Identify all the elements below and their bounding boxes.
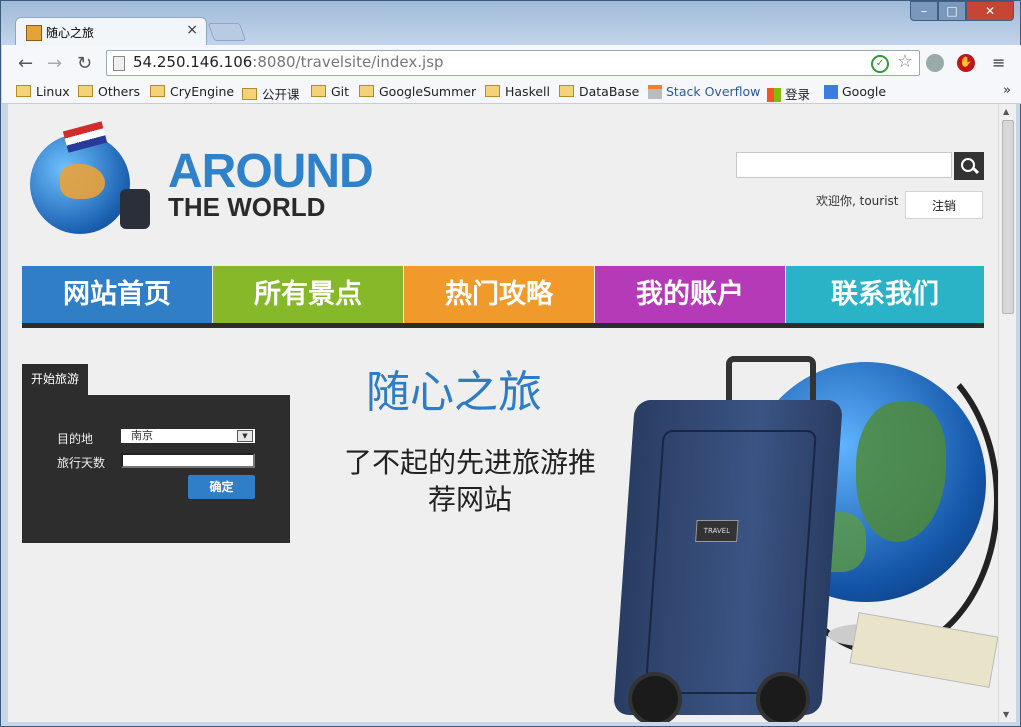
- tab-close-icon[interactable]: ×: [186, 22, 198, 38]
- bookmark-item[interactable]: 公开课: [242, 84, 300, 103]
- url-text: 54.250.146.106:8080/travelsite/index.jsp: [133, 53, 444, 71]
- folder-icon: [485, 85, 500, 97]
- page-scrollbar[interactable]: ▲ ▼: [998, 104, 1016, 722]
- logo-text-around[interactable]: AROUND: [168, 144, 374, 199]
- nav-guides[interactable]: 热门攻略: [404, 266, 594, 323]
- suitcase-tag: TRAVEL: [695, 520, 739, 542]
- continent-shape: [856, 402, 946, 542]
- folder-icon: [242, 88, 257, 100]
- browser-window: 随心之旅 × – □ ✕ ← → ↻ 54.250.146.106:8080/t…: [0, 0, 1021, 727]
- forward-arrow-icon[interactable]: →: [47, 53, 62, 74]
- nav-contact[interactable]: 联系我们: [786, 266, 984, 323]
- logout-button[interactable]: 注销: [905, 191, 983, 219]
- menu-icon[interactable]: ≡: [992, 53, 1005, 72]
- stackoverflow-icon: [648, 85, 662, 99]
- google-icon: [824, 85, 838, 99]
- scroll-up-icon[interactable]: ▲: [1003, 107, 1009, 116]
- hero-title: 随心之旅: [366, 367, 542, 418]
- bookmark-item[interactable]: Git: [311, 84, 349, 99]
- dropdown-arrow-icon[interactable]: ▼: [237, 430, 253, 442]
- bookmark-item[interactable]: Stack Overflow: [648, 84, 760, 99]
- address-bar[interactable]: 54.250.146.106:8080/travelsite/index.jsp…: [106, 50, 920, 76]
- destination-value: 南京: [131, 429, 153, 442]
- folder-icon: [16, 85, 31, 97]
- destination-label: 目的地: [57, 432, 94, 446]
- destination-select[interactable]: 南京 ▼: [121, 429, 255, 443]
- folder-icon: [559, 85, 574, 97]
- logo-text-world[interactable]: THE WORLD: [168, 192, 325, 223]
- scrollbar-thumb[interactable]: [1002, 120, 1014, 314]
- bookmark-item[interactable]: Haskell: [485, 84, 550, 99]
- search-button[interactable]: [954, 152, 984, 180]
- bookmark-item[interactable]: Linux: [16, 84, 70, 99]
- folder-icon: [78, 85, 93, 97]
- window-close-button[interactable]: ✕: [966, 1, 1014, 21]
- title-bar: 随心之旅 × – □ ✕: [1, 1, 1020, 46]
- bookmark-item[interactable]: GoogleSummer: [359, 84, 476, 99]
- nav-divider: [22, 323, 984, 328]
- trip-panel: 目的地 南京 ▼ 旅行天数 确定: [22, 395, 290, 543]
- search-icon-handle: [971, 166, 980, 175]
- days-label: 旅行天数: [57, 456, 106, 470]
- browser-tab[interactable]: 随心之旅 ×: [15, 17, 207, 46]
- reload-icon[interactable]: ↻: [77, 53, 92, 74]
- windows-icon: [767, 88, 781, 102]
- days-input[interactable]: [121, 453, 255, 468]
- wheel-right: [756, 672, 810, 722]
- folder-icon: [150, 85, 165, 97]
- suitcase-illustration: TRAVEL: [612, 400, 844, 715]
- bookmark-item[interactable]: DataBase: [559, 84, 639, 99]
- logo-globe-icon[interactable]: [30, 121, 150, 234]
- bookmark-star-icon[interactable]: ☆: [897, 51, 913, 72]
- folder-icon: [311, 85, 326, 97]
- bookmark-item[interactable]: Others: [78, 84, 140, 99]
- back-arrow-icon[interactable]: ←: [18, 53, 33, 74]
- wheel-left: [628, 672, 682, 722]
- welcome-text: 欢迎你, tourist: [816, 194, 899, 208]
- flag-icon: [62, 121, 108, 153]
- suitcase-pocket: [644, 430, 817, 694]
- folder-icon: [359, 85, 374, 97]
- search-input[interactable]: [736, 152, 952, 178]
- nav-account[interactable]: 我的账户: [595, 266, 785, 323]
- main-nav: 网站首页 所有景点 热门攻略 我的账户 联系我们: [22, 266, 984, 323]
- nav-home[interactable]: 网站首页: [22, 266, 212, 323]
- adblock-icon[interactable]: ✋: [957, 54, 975, 72]
- bookmarks-bar: Linux Others CryEngine 公开课 Git GoogleSum…: [2, 81, 1021, 104]
- bag-icon: [120, 189, 150, 229]
- more-bookmarks-icon[interactable]: »: [1003, 83, 1011, 98]
- bookmark-item[interactable]: 登录: [767, 84, 810, 103]
- check-icon[interactable]: ✓: [871, 55, 889, 73]
- hero-subtitle: 了不起的先进旅游推荐网站: [343, 446, 596, 516]
- tab-title: 随心之旅: [46, 26, 95, 40]
- minimize-button[interactable]: –: [910, 1, 938, 21]
- nav-attractions[interactable]: 所有景点: [213, 266, 403, 323]
- page-icon: [113, 56, 125, 71]
- web-page: AROUND THE WORLD 欢迎你, tourist 注销 网站首页 所有…: [8, 104, 998, 722]
- scroll-down-icon[interactable]: ▼: [1003, 710, 1009, 719]
- map-illustration: [849, 612, 998, 688]
- bookmark-item[interactable]: CryEngine: [150, 84, 234, 99]
- confirm-button[interactable]: 确定: [188, 475, 255, 499]
- bookmark-item[interactable]: Google: [824, 84, 886, 99]
- maximize-button[interactable]: □: [938, 1, 966, 21]
- browser-toolbar: ← → ↻ 54.250.146.106:8080/travelsite/ind…: [2, 45, 1021, 81]
- trip-panel-tab[interactable]: 开始旅游: [22, 364, 88, 395]
- extension-globe-icon[interactable]: [926, 54, 944, 72]
- continent-shape: [60, 164, 105, 199]
- favicon-icon: [26, 25, 42, 41]
- window-controls: – □ ✕: [910, 1, 1014, 21]
- new-tab-button[interactable]: [207, 23, 247, 41]
